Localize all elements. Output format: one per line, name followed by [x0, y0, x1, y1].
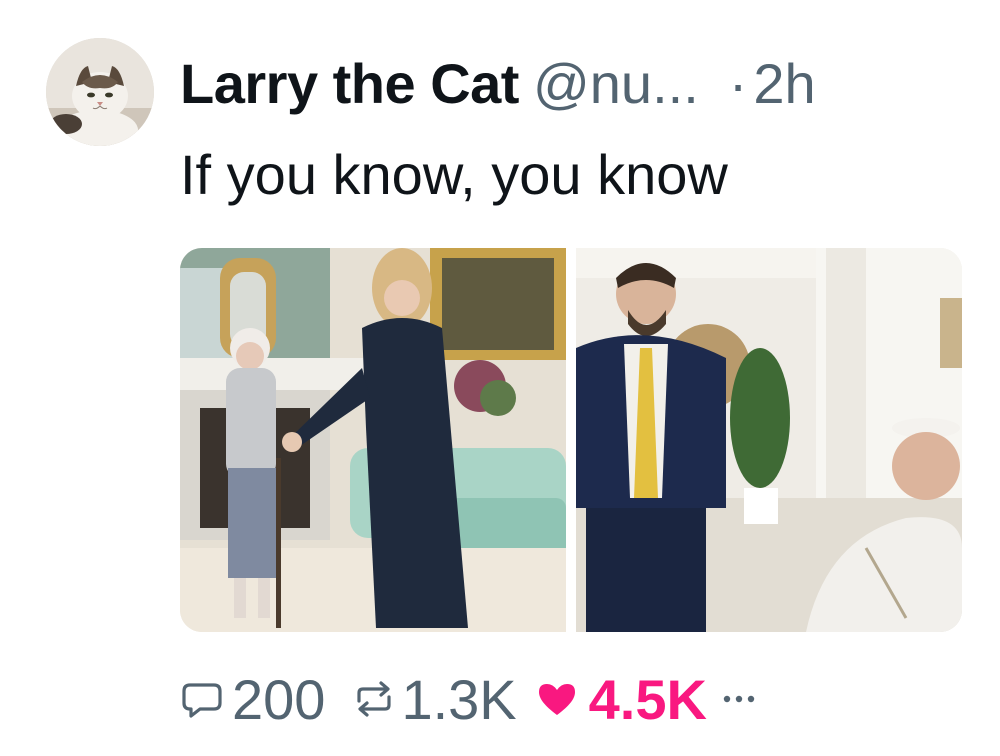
reply-button[interactable]: 200	[180, 667, 325, 732]
media-photo-left[interactable]	[180, 248, 566, 632]
author-handle[interactable]: @nu...	[533, 51, 699, 116]
avatar[interactable]	[46, 38, 154, 146]
tweet-text: If you know, you know	[180, 143, 728, 206]
more-options-icon[interactable]	[719, 679, 759, 719]
reply-icon	[180, 677, 224, 721]
retweet-button[interactable]: 1.3K	[351, 667, 517, 732]
photo-meeting-drawing-room	[180, 248, 566, 632]
author-display-name[interactable]: Larry the Cat	[180, 51, 519, 116]
like-button[interactable]: 4.5K	[535, 667, 707, 732]
like-count: 4.5K	[588, 667, 707, 731]
retweet-count: 1.3K	[401, 667, 517, 731]
tweet-actions: 200 1.3K 4.5K	[180, 664, 759, 734]
cat-avatar-icon	[46, 38, 154, 146]
photo-meeting-white-room	[576, 248, 962, 632]
media-grid	[180, 248, 962, 632]
reply-count: 200	[232, 667, 326, 731]
heart-icon	[535, 677, 579, 721]
tweet-timestamp[interactable]: 2h	[753, 51, 815, 116]
separator-dot: ·	[728, 51, 748, 115]
media-photo-right[interactable]	[576, 248, 962, 632]
tweet-header: Larry the Cat @nu... · 2h	[180, 48, 816, 118]
retweet-icon	[351, 677, 397, 721]
